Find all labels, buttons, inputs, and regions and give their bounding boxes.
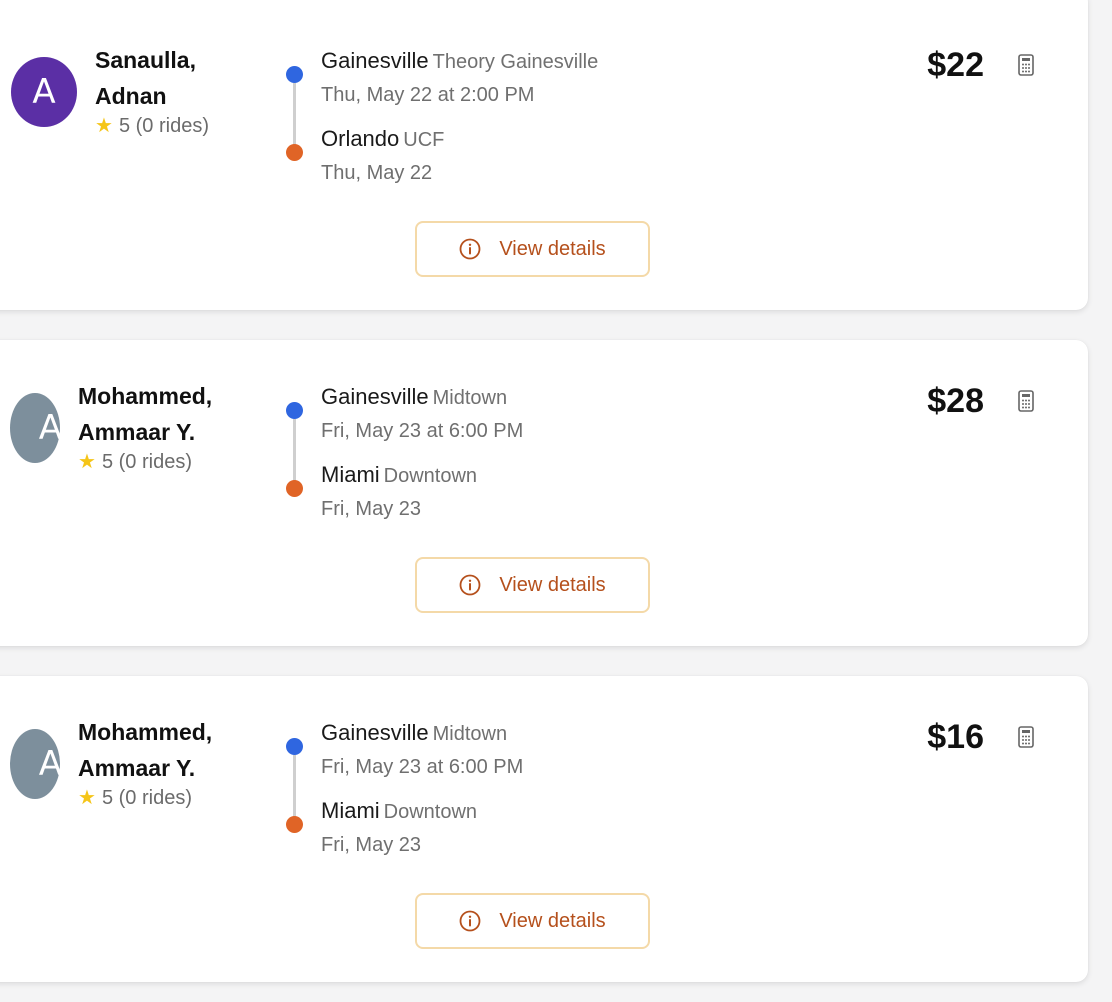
calculator-icon[interactable] [1018, 390, 1034, 412]
avatar-letter: A [38, 744, 62, 784]
destination-dot [286, 816, 303, 833]
driver-info: Mohammed, Ammaar Y. ★ 5 (0 rides) [78, 378, 212, 476]
avatar-letter: A [32, 72, 56, 112]
view-details-label: View details [499, 237, 606, 260]
origin-stop: Gainesville Midtown Fri, May 23 at 6:00 P… [321, 382, 523, 446]
origin-time: Thu, May 22 at 2:00 PM [321, 84, 535, 106]
ride-card[interactable]: A Mohammed, Ammaar Y. ★ 5 (0 rides) Gaine… [0, 340, 1088, 646]
rating-value: 5 [101, 451, 114, 473]
ride-price: $16 [927, 718, 984, 756]
driver-name-line2: Ammaar Y. [78, 755, 196, 781]
origin-dot [286, 738, 303, 755]
driver-name-line1: Sanaulla, [95, 47, 196, 73]
destination-city: Miami [321, 798, 380, 823]
origin-dot [286, 402, 303, 419]
rides-count: (0 rides) [118, 787, 192, 809]
origin-area: Midtown [432, 387, 508, 409]
rating-value: 5 [101, 787, 114, 809]
destination-stop: Orlando UCF Thu, May 22 [321, 124, 444, 188]
view-details-button[interactable]: View details [415, 557, 650, 613]
origin-city: Gainesville [321, 720, 429, 745]
calculator-icon[interactable] [1018, 726, 1034, 748]
driver-rating: ★ 5 (0 rides) [78, 448, 212, 476]
route: Gainesville Midtown Fri, May 23 at 6:00 P… [282, 720, 702, 866]
destination-date: Fri, May 23 [321, 498, 422, 520]
destination-dot [286, 144, 303, 161]
origin-city: Gainesville [321, 48, 429, 73]
origin-time: Fri, May 23 at 6:00 PM [321, 420, 524, 442]
route-line [293, 83, 296, 145]
ride-price: $28 [927, 382, 984, 420]
info-icon [459, 910, 481, 932]
ride-card[interactable]: A Mohammed, Ammaar Y. ★ 5 (0 rides) Gaine… [0, 676, 1088, 982]
origin-dot [286, 66, 303, 83]
view-details-label: View details [499, 573, 606, 596]
driver-rating: ★ 5 (0 rides) [95, 112, 209, 140]
driver-avatar: A [10, 729, 62, 799]
origin-city: Gainesville [321, 384, 429, 409]
route-line [293, 755, 296, 817]
origin-stop: Gainesville Midtown Fri, May 23 at 6:00 P… [321, 718, 523, 782]
view-details-label: View details [499, 909, 606, 932]
driver-name-line1: Mohammed, [78, 383, 213, 409]
destination-dot [286, 480, 303, 497]
driver-name-line2: Adnan [95, 83, 167, 109]
info-icon [459, 238, 481, 260]
origin-time: Fri, May 23 at 6:00 PM [321, 756, 524, 778]
destination-area: UCF [403, 129, 445, 151]
driver-name-line1: Mohammed, [78, 719, 213, 745]
destination-city: Orlando [321, 126, 400, 151]
origin-area: Midtown [432, 723, 508, 745]
view-details-button[interactable]: View details [415, 221, 650, 277]
rides-count: (0 rides) [135, 115, 209, 137]
driver-avatar: A [10, 393, 62, 463]
route: Gainesville Midtown Fri, May 23 at 6:00 P… [282, 384, 702, 530]
driver-info: Sanaulla, Adnan ★ 5 (0 rides) [95, 42, 209, 140]
destination-date: Thu, May 22 [321, 162, 433, 184]
calculator-icon[interactable] [1018, 54, 1034, 76]
star-icon: ★ [78, 451, 96, 473]
driver-info: Mohammed, Ammaar Y. ★ 5 (0 rides) [78, 714, 212, 812]
rating-value: 5 [118, 115, 131, 137]
destination-date: Fri, May 23 [321, 834, 422, 856]
driver-rating: ★ 5 (0 rides) [78, 784, 212, 812]
ride-price: $22 [927, 46, 984, 84]
view-details-button[interactable]: View details [415, 893, 650, 949]
driver-name-line2: Ammaar Y. [78, 419, 196, 445]
ride-list: A Sanaulla, Adnan ★ 5 (0 rides) Gainesvil… [0, 0, 1112, 1002]
destination-area: Downtown [383, 801, 478, 823]
star-icon: ★ [78, 787, 96, 809]
route: Gainesville Theory Gainesville Thu, May 2… [282, 48, 702, 194]
route-line [293, 419, 296, 481]
destination-stop: Miami Downtown Fri, May 23 [321, 796, 477, 860]
ride-card[interactable]: A Sanaulla, Adnan ★ 5 (0 rides) Gainesvil… [0, 0, 1088, 310]
driver-avatar: A [11, 57, 77, 127]
destination-area: Downtown [383, 465, 478, 487]
info-icon [459, 574, 481, 596]
origin-area: Theory Gainesville [432, 51, 599, 73]
destination-city: Miami [321, 462, 380, 487]
avatar-letter: A [38, 408, 62, 448]
origin-stop: Gainesville Theory Gainesville Thu, May 2… [321, 46, 598, 110]
star-icon: ★ [95, 115, 113, 137]
rides-count: (0 rides) [118, 451, 192, 473]
destination-stop: Miami Downtown Fri, May 23 [321, 460, 477, 524]
